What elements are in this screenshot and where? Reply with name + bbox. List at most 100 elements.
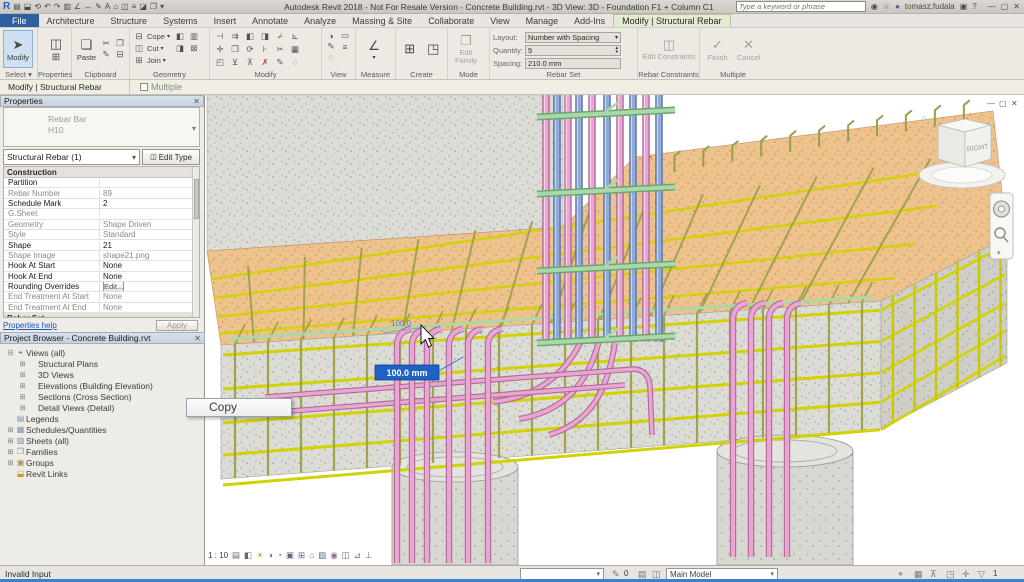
paint-icon[interactable]: ◨ xyxy=(174,43,186,54)
help-icon[interactable]: ? xyxy=(972,2,976,11)
avatar-icon[interactable]: ● xyxy=(895,2,900,11)
tab-analyze[interactable]: Analyze xyxy=(296,14,344,27)
property-value[interactable]: Edit... xyxy=(100,282,199,291)
show-analytical-icon[interactable]: ⊿ xyxy=(354,550,361,561)
move-icon[interactable]: ✛ xyxy=(213,44,227,56)
redo-icon[interactable]: ↷ xyxy=(54,2,61,12)
temporary-view-properties-icon[interactable]: ◫ xyxy=(342,550,350,561)
save-icon[interactable]: ⬓ xyxy=(24,2,32,12)
clipboard-extra-icon[interactable]: ⊟ xyxy=(114,49,126,60)
expander-icon[interactable]: ⊞ xyxy=(18,371,27,379)
tab-massing-site[interactable]: Massing & Site xyxy=(344,14,420,27)
restore-icon[interactable]: ▢ xyxy=(1001,2,1009,11)
copy-icon[interactable]: ❐ xyxy=(228,44,242,56)
browser-item-groups[interactable]: ⊞▣Groups xyxy=(0,457,205,468)
edit-family-button[interactable]: ❐Edit Family xyxy=(451,30,481,68)
view-hide-icon[interactable]: ▭ xyxy=(339,30,351,41)
browser-item-revit-links[interactable]: ⬓Revit Links xyxy=(0,468,205,479)
tab-structure[interactable]: Structure xyxy=(103,14,156,27)
detail-level-icon[interactable]: ▤ xyxy=(232,550,240,561)
customize-qat-icon[interactable]: ▾ xyxy=(160,2,164,12)
tab-add-ins[interactable]: Add-Ins xyxy=(566,14,613,27)
switch-windows-icon[interactable]: ❐ xyxy=(150,2,157,12)
tag-icon[interactable]: ✎ xyxy=(95,2,102,12)
property-value[interactable]: None xyxy=(100,261,199,270)
cancel-button[interactable]: ✕Cancel xyxy=(734,30,763,68)
shadows-icon[interactable]: ◑ xyxy=(268,550,273,561)
tab-systems[interactable]: Systems xyxy=(155,14,206,27)
view-minimize-icon[interactable]: — xyxy=(987,99,995,108)
match-properties-icon[interactable]: ✎ xyxy=(273,57,287,69)
expander-icon[interactable]: ⊞ xyxy=(18,404,27,412)
close-hidden-windows-icon[interactable]: ◪ xyxy=(139,2,147,12)
tab-annotate[interactable]: Annotate xyxy=(244,14,296,27)
edit-constraints-button[interactable]: ◫Edit Constraints xyxy=(641,30,697,68)
tab-view[interactable]: View xyxy=(482,14,517,27)
show-constraints-icon[interactable]: ⊥ xyxy=(365,550,372,561)
minimize-icon[interactable]: — xyxy=(988,2,996,11)
property-group-rebar-set[interactable]: Rebar Set⌃ xyxy=(4,313,199,318)
browser-item-detail-views-detail-[interactable]: ⊞Detail Views (Detail) xyxy=(0,402,205,413)
property-group-construction[interactable]: Construction⌃ xyxy=(4,167,199,178)
default-3d-view-icon[interactable]: ⌂ xyxy=(113,2,118,12)
properties-scrollbar[interactable] xyxy=(192,167,199,318)
user-name[interactable]: tomasz.fudala xyxy=(905,2,955,11)
properties-help-link[interactable]: Properties help xyxy=(3,321,57,330)
browser-item-views-all-[interactable]: ⊟⌖Views (all) xyxy=(0,347,205,358)
close-browser-icon[interactable]: ✕ xyxy=(194,334,201,343)
revit-logo[interactable]: R xyxy=(3,2,10,12)
viewcube-home-icon[interactable]: ⌂ xyxy=(921,113,926,123)
navigation-bar[interactable]: ▾ xyxy=(990,193,1013,259)
quantity-stepper[interactable]: 5▴▾ xyxy=(525,45,621,56)
expander-icon[interactable]: ⊞ xyxy=(18,382,27,390)
create-similar-button[interactable]: ◳ xyxy=(423,30,445,68)
beam-icon[interactable]: ▥ xyxy=(188,31,200,42)
property-value[interactable]: 21 xyxy=(100,241,199,250)
sun-path-icon[interactable]: ☀ xyxy=(256,550,264,561)
expander-icon[interactable]: ⊞ xyxy=(18,360,27,368)
property-value[interactable]: None xyxy=(100,303,199,312)
edit-overrides-button[interactable]: Edit... xyxy=(103,282,124,291)
navbar-chevron-icon[interactable]: ▾ xyxy=(997,250,1001,257)
rotate-icon[interactable]: ⟳ xyxy=(243,44,257,56)
browser-item-sections-cross-section-[interactable]: ⊞Sections (Cross Section) xyxy=(0,391,205,402)
visual-style-icon[interactable]: ◧ xyxy=(244,550,252,561)
tab-manage[interactable]: Manage xyxy=(518,14,567,27)
crop-view-icon[interactable]: ▣ xyxy=(286,550,294,561)
property-value[interactable]: Shape Driven xyxy=(100,220,199,229)
close-icon[interactable]: ✕ xyxy=(1013,2,1020,11)
unpin-icon[interactable]: ⊼ xyxy=(243,57,257,69)
join-geometry-button[interactable]: Join xyxy=(147,56,161,65)
match-type-icon[interactable]: ✎ xyxy=(100,49,112,60)
align-icon[interactable]: ⊣ xyxy=(213,31,227,43)
sign-in-icon[interactable]: ☆ xyxy=(883,2,890,11)
array-icon[interactable]: ▦ xyxy=(288,44,302,56)
view-override-icon[interactable]: ✎ xyxy=(325,41,337,52)
browser-item-families[interactable]: ⊞❐Families xyxy=(0,446,205,457)
view-close-icon[interactable]: ✕ xyxy=(1011,99,1018,108)
property-value[interactable]: None xyxy=(100,272,199,281)
type-selector[interactable]: Rebar Bar H10 ▾ xyxy=(3,107,200,147)
view-scale-button[interactable]: 1 : 10 xyxy=(208,551,228,560)
close-properties-icon[interactable]: ✕ xyxy=(193,97,200,106)
temporary-hide-isolate-icon[interactable]: ▨ xyxy=(318,550,326,561)
property-value[interactable]: 89 xyxy=(100,189,199,198)
paste-button[interactable]: ❏Paste xyxy=(75,30,98,68)
tab-file[interactable]: File xyxy=(0,14,39,27)
rendering-dialog-icon[interactable]: ◔ xyxy=(277,550,282,561)
drawing-area[interactable]: 100.0100.0 mm RIGHT ⌂ ▾—▢✕ xyxy=(205,95,1024,565)
view-linework-icon[interactable]: ≡ xyxy=(339,42,351,52)
pin-icon[interactable]: ⊻ xyxy=(228,57,242,69)
measure-button[interactable]: ∠▾ xyxy=(359,30,389,68)
copy-to-clipboard-icon[interactable]: ❐ xyxy=(114,38,126,49)
spinner-arrows-icon[interactable]: ▴▾ xyxy=(615,46,618,54)
offset-icon[interactable]: ⇉ xyxy=(228,31,242,43)
layout-select[interactable]: Number with Spacing▾ xyxy=(525,32,621,43)
search-input[interactable] xyxy=(736,1,866,12)
browser-item-structural-plans[interactable]: ⊞Structural Plans xyxy=(0,358,205,369)
undo-icon[interactable]: ↶ xyxy=(44,2,51,12)
browser-item-sheets-all-[interactable]: ⊞▧Sheets (all) xyxy=(0,435,205,446)
cope-button[interactable]: Cope xyxy=(147,32,165,41)
cut-geometry-button[interactable]: Cut xyxy=(147,44,159,53)
show-crop-region-icon[interactable]: ⊞ xyxy=(298,550,305,561)
